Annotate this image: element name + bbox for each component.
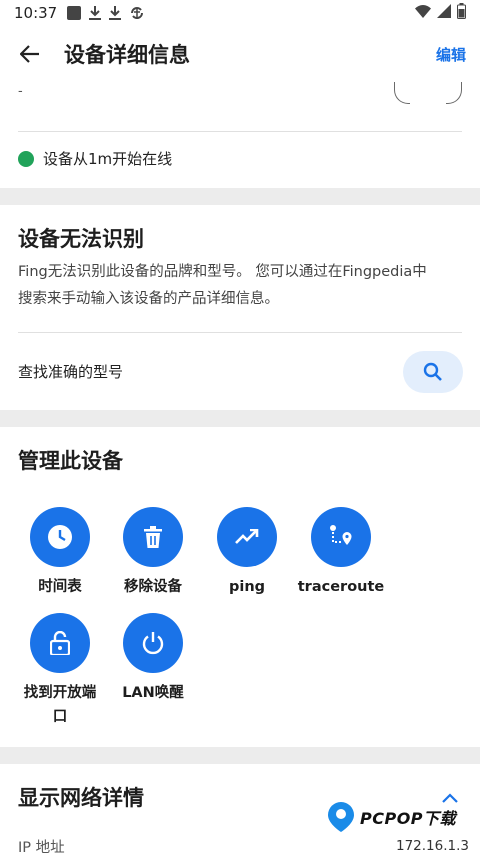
cloud-sync-icon <box>129 5 145 21</box>
ping-action[interactable]: ping <box>200 507 294 599</box>
search-icon <box>423 362 442 381</box>
back-button[interactable] <box>0 26 60 82</box>
remove-device-action[interactable]: 移除设备 <box>106 507 200 599</box>
unrecognized-description: Fing无法识别此设备的品牌和型号。 您可以通过在Fingpedia中 搜索来手… <box>18 259 464 313</box>
traceroute-button[interactable] <box>311 507 371 567</box>
manage-title: 管理此设备 <box>18 449 123 473</box>
download-icon <box>89 6 102 20</box>
find-model-label[interactable]: 查找准确的型号 <box>18 361 123 382</box>
route-icon <box>330 525 352 545</box>
traceroute-label: traceroute <box>297 579 385 595</box>
unrecognized-device-card: 设备无法识别 Fing无法识别此设备的品牌和型号。 您可以通过在Fingpedi… <box>0 205 480 410</box>
status-bar: 10:37 <box>0 0 480 26</box>
schedule-button[interactable] <box>30 507 90 567</box>
clock-icon <box>48 525 72 549</box>
open-ports-label-line-2: 口 <box>52 709 68 725</box>
status-time: 10:37 <box>14 4 58 22</box>
device-subtitle: - <box>18 84 23 99</box>
open-ports-label-line-1: 找到开放端 <box>23 685 97 701</box>
download-icon <box>109 6 122 20</box>
device-image-frame-right <box>446 82 462 104</box>
schedule-action[interactable]: 时间表 <box>13 507 107 599</box>
online-status-dot <box>18 150 34 167</box>
wake-on-lan-label: LAN唤醒 <box>122 685 184 701</box>
schedule-label: 时间表 <box>38 579 82 595</box>
description-line-1: Fing无法识别此设备的品牌和型号。 您可以通过在Fingpedia中 <box>18 264 427 280</box>
open-ports-label: 找到开放端 口 <box>13 681 107 729</box>
device-image-frame-left <box>394 82 410 104</box>
signal-icon <box>437 4 451 22</box>
unrecognized-title: 设备无法识别 <box>18 227 144 251</box>
notification-square-icon <box>67 6 82 20</box>
ping-button[interactable] <box>217 507 277 567</box>
wake-on-lan-button[interactable] <box>123 613 183 673</box>
app-bar: 设备详细信息 编辑 <box>0 26 480 82</box>
lock-icon <box>50 631 70 655</box>
divider <box>18 332 462 333</box>
remove-device-button[interactable] <box>123 507 183 567</box>
page-title: 设备详细信息 <box>64 43 190 67</box>
online-status-row: 设备从1m开始在线 <box>18 148 172 169</box>
power-icon <box>142 632 164 655</box>
find-model-search-button[interactable] <box>403 351 463 393</box>
ip-address-label: IP 地址 <box>18 840 65 853</box>
ip-address-value: 172.16.1.3 <box>396 838 469 853</box>
wifi-icon <box>415 4 431 22</box>
device-summary-card: - 设备从1m开始在线 <box>0 82 480 188</box>
description-line-2: 搜索来手动输入该设备的产品详细信息。 <box>18 291 279 307</box>
trash-icon <box>144 526 162 548</box>
wake-on-lan-action[interactable]: LAN唤醒 <box>106 613 200 705</box>
network-title: 显示网络详情 <box>18 786 144 810</box>
open-ports-button[interactable] <box>30 613 90 673</box>
divider <box>18 131 462 132</box>
battery-icon <box>457 3 466 23</box>
remove-device-label: 移除设备 <box>124 579 182 595</box>
manage-device-card: 管理此设备 时间表 移除设备 ping traceroute 找到开放端 口 L… <box>0 427 480 747</box>
edit-button[interactable]: 编辑 <box>436 44 466 65</box>
pcpop-watermark: PCPOP下载 <box>326 800 456 834</box>
trending-up-icon <box>235 529 259 544</box>
pcpop-logo-icon <box>328 802 354 832</box>
traceroute-action[interactable]: traceroute <box>294 507 388 599</box>
arrow-left-icon <box>20 45 39 63</box>
watermark-brand: PCPOP下载 <box>360 809 457 828</box>
open-ports-action[interactable]: 找到开放端 口 <box>13 613 107 729</box>
ping-label: ping <box>228 579 266 595</box>
online-status-text: 设备从1m开始在线 <box>43 150 173 168</box>
